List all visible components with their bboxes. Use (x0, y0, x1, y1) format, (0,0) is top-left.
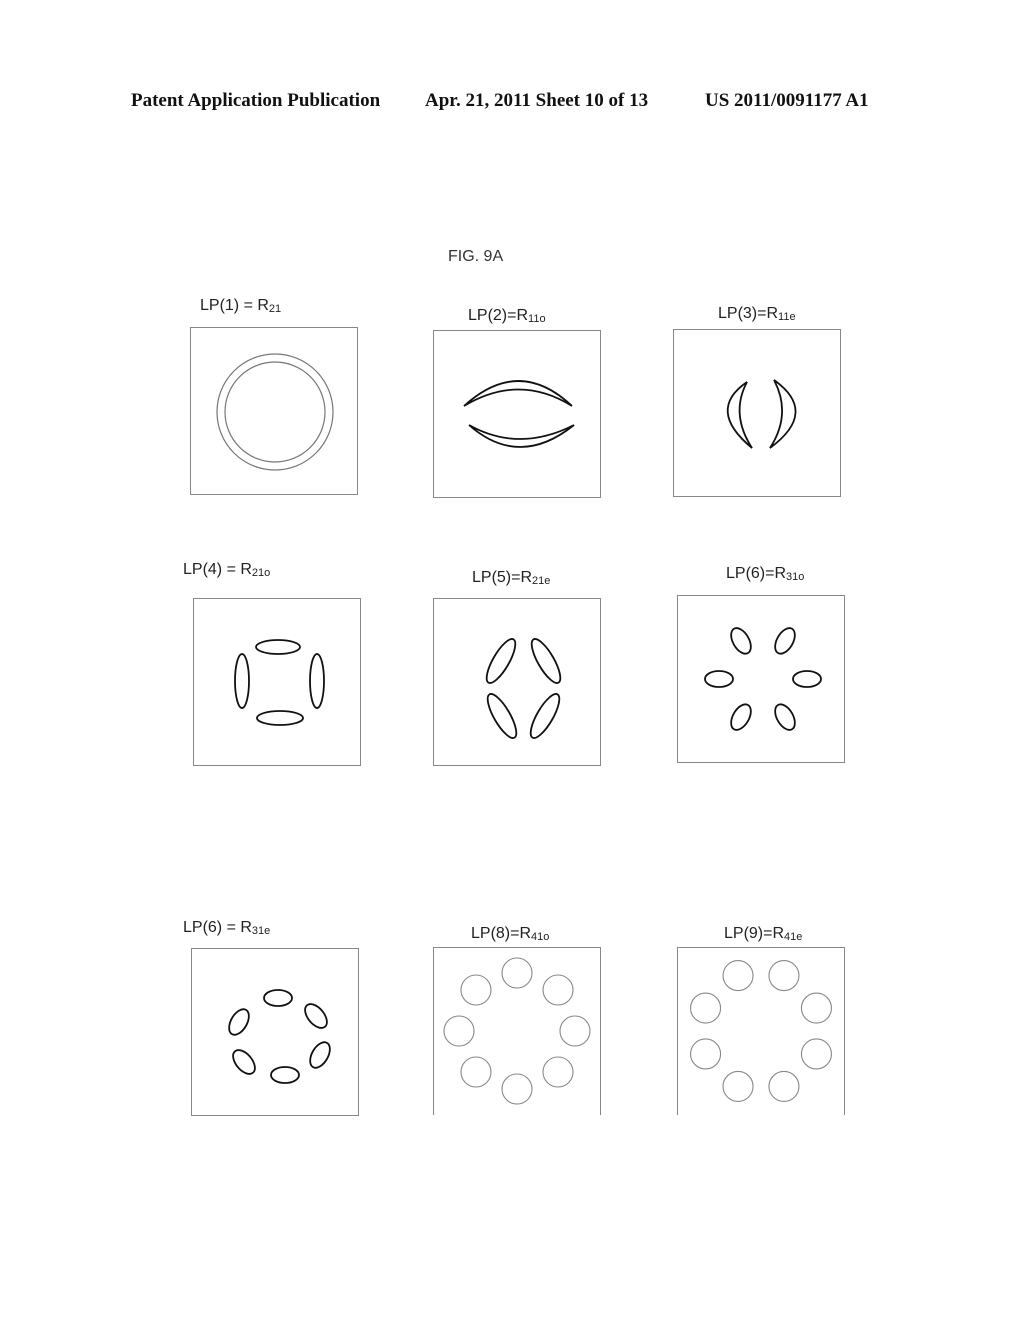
panel-label-4: LP(4) = R21o (183, 561, 271, 579)
lobe (228, 1008, 250, 1036)
lobe (768, 960, 800, 992)
lobe (460, 1056, 492, 1088)
lobe (309, 1041, 331, 1069)
lobe (690, 992, 722, 1024)
lobe (768, 1070, 800, 1102)
vertical-crescents-pattern (726, 379, 797, 449)
lobe (501, 957, 533, 989)
mode-panel-4 (193, 598, 361, 766)
lobe (730, 627, 752, 655)
lobe (304, 1003, 328, 1029)
lobe-top-right (530, 638, 562, 684)
six-lobe-pattern (704, 627, 822, 731)
cross-ellipses-pattern (234, 639, 325, 726)
six-lobe-rotated-pattern (228, 989, 331, 1084)
outer-ring (216, 353, 334, 471)
lobe (232, 1049, 256, 1075)
lobe (722, 960, 754, 992)
panel-label-9: LP(9)=R41e (724, 925, 803, 943)
lobe (559, 1015, 591, 1047)
panel-label-6: LP(6)=R31o (726, 565, 805, 583)
lobe (800, 1038, 832, 1070)
lobe-bottom-right (529, 693, 561, 739)
mode-panel-7 (191, 948, 359, 1116)
eight-lobe-pattern (443, 957, 591, 1105)
lobe-top-left (485, 638, 517, 684)
publication-type: Patent Application Publication (131, 90, 381, 111)
concentric-rings-pattern (216, 353, 334, 471)
lobe (792, 670, 822, 688)
panel-label-3: LP(3)=R11e (718, 305, 796, 323)
lobe (690, 1038, 722, 1070)
figure-title: FIG. 9A (448, 248, 504, 265)
lobe (443, 1015, 475, 1047)
lobe (460, 974, 492, 1006)
lobe-left (234, 653, 250, 709)
panel-label-1: LP(1) = R21 (200, 297, 282, 315)
lobe (730, 703, 752, 731)
lobe-bottom (256, 710, 304, 726)
lobe (704, 670, 734, 688)
mode-panel-6 (677, 595, 845, 763)
lobe (501, 1073, 533, 1105)
crescent-right (769, 379, 797, 449)
crescent-top (463, 380, 573, 407)
patent-number: US 2011/0091177 A1 (705, 90, 869, 111)
lobe-right (309, 653, 325, 709)
crescent-bottom (468, 424, 575, 448)
mode-panel-2 (433, 330, 601, 498)
diagonal-ellipses-pattern (485, 638, 562, 739)
lobe (263, 989, 293, 1007)
panel-label-5: LP(5)=R21e (472, 569, 551, 587)
inner-ring (224, 361, 326, 463)
lobe-top (255, 639, 301, 655)
lobe (774, 627, 796, 655)
crescent-left (726, 381, 753, 449)
mode-panel-8 (433, 947, 601, 1115)
lobe (800, 992, 832, 1024)
lobe (774, 703, 796, 731)
mode-panel-1 (190, 327, 358, 495)
panel-label-8: LP(8)=R41o (471, 925, 550, 943)
lobe (270, 1066, 300, 1084)
lobe (542, 974, 574, 1006)
mode-panel-9 (677, 947, 845, 1115)
publication-date-sheet: Apr. 21, 2011 Sheet 10 of 13 (425, 90, 649, 111)
mode-panel-3 (673, 329, 841, 497)
eight-lobe-rotated-pattern (690, 960, 832, 1102)
lobe-bottom-left (486, 693, 518, 739)
lobe (542, 1056, 574, 1088)
panel-label-2: LP(2)=R11o (468, 307, 546, 325)
panel-label-7: LP(6) = R31e (183, 919, 271, 937)
lobe (722, 1070, 754, 1102)
horizontal-crescents-pattern (463, 380, 575, 448)
mode-panel-5 (433, 598, 601, 766)
